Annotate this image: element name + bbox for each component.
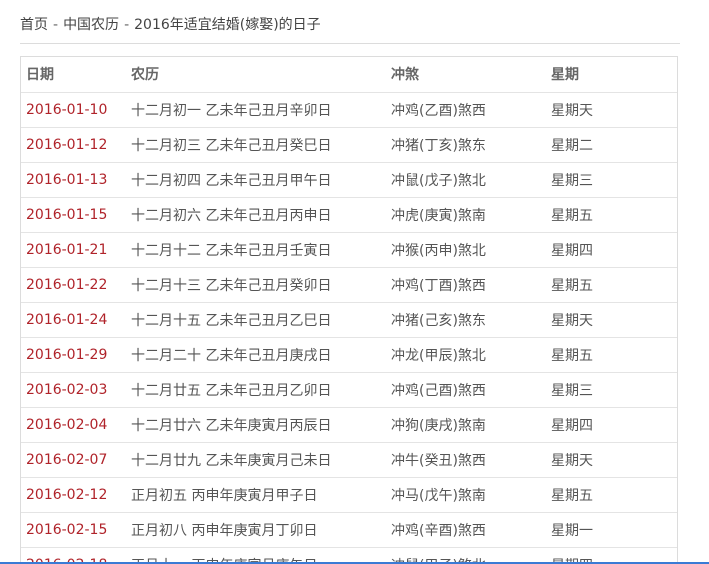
date-cell: 2016-01-29 <box>21 337 131 373</box>
chongsha-cell: 冲龙(甲辰)煞北 <box>391 337 551 373</box>
date-link[interactable]: 2016-02-07 <box>26 452 107 468</box>
chongsha-cell: 冲鼠(戊子)煞北 <box>391 162 551 198</box>
date-cell: 2016-01-13 <box>21 162 131 198</box>
wedding-dates-table-container: 日期 农历 冲煞 星期 2016-01-10 十二月初一 乙未年己丑月辛卯日 冲鸡(… <box>20 56 678 564</box>
weekday-cell: 星期天 <box>551 92 677 128</box>
table-row: 2016-02-15 正月初八 丙申年庚寅月丁卯日 冲鸡(辛酉)煞西 星期一 <box>21 512 677 548</box>
wedding-dates-table: 日期 农历 冲煞 星期 2016-01-10 十二月初一 乙未年己丑月辛卯日 冲鸡(… <box>21 57 677 564</box>
column-header-lunar: 农历 <box>131 57 391 93</box>
weekday-cell: 星期五 <box>551 477 677 513</box>
weekday-cell: 星期五 <box>551 267 677 303</box>
lunar-date-cell: 十二月廿九 乙未年庚寅月己未日 <box>131 442 391 478</box>
breadcrumb-section-link[interactable]: 中国农历 <box>63 17 119 33</box>
weekday-cell: 星期三 <box>551 162 677 198</box>
date-cell: 2016-02-07 <box>21 442 131 478</box>
breadcrumb-separator: - <box>53 17 59 33</box>
chongsha-cell: 冲狗(庚戌)煞南 <box>391 407 551 443</box>
date-link[interactable]: 2016-01-13 <box>26 172 107 188</box>
table-row: 2016-01-24 十二月十五 乙未年己丑月乙巳日 冲猪(己亥)煞东 星期天 <box>21 302 677 338</box>
column-header-date: 日期 <box>21 57 131 93</box>
chongsha-cell: 冲马(戊午)煞南 <box>391 477 551 513</box>
table-header-row: 日期 农历 冲煞 星期 <box>21 57 677 93</box>
lunar-date-cell: 十二月初三 乙未年己丑月癸巳日 <box>131 127 391 163</box>
chongsha-cell: 冲鸡(辛酉)煞西 <box>391 512 551 548</box>
lunar-date-cell: 十二月二十 乙未年己丑月庚戌日 <box>131 337 391 373</box>
chongsha-cell: 冲鸡(乙酉)煞西 <box>391 92 551 128</box>
weekday-cell: 星期四 <box>551 407 677 443</box>
weekday-cell: 星期一 <box>551 512 677 548</box>
lunar-date-cell: 十二月廿五 乙未年己丑月乙卯日 <box>131 372 391 408</box>
lunar-date-cell: 十二月十三 乙未年己丑月癸卯日 <box>131 267 391 303</box>
date-link[interactable]: 2016-01-24 <box>26 312 107 328</box>
date-link[interactable]: 2016-01-15 <box>26 207 107 223</box>
date-link[interactable]: 2016-02-03 <box>26 382 107 398</box>
weekday-cell: 星期五 <box>551 337 677 373</box>
date-link[interactable]: 2016-02-04 <box>26 417 107 433</box>
table-row: 2016-01-21 十二月十二 乙未年己丑月壬寅日 冲猴(丙申)煞北 星期四 <box>21 232 677 268</box>
breadcrumb-separator: - <box>124 17 130 33</box>
lunar-date-cell: 十二月十五 乙未年己丑月乙巳日 <box>131 302 391 338</box>
table-body: 2016-01-10 十二月初一 乙未年己丑月辛卯日 冲鸡(乙酉)煞西 星期天 2016… <box>21 92 677 564</box>
table-row: 2016-01-13 十二月初四 乙未年己丑月甲午日 冲鼠(戊子)煞北 星期三 <box>21 162 677 198</box>
date-link[interactable]: 2016-02-15 <box>26 522 107 538</box>
table-row: 2016-02-04 十二月廿六 乙未年庚寅月丙辰日 冲狗(庚戌)煞南 星期四 <box>21 407 677 443</box>
lunar-date-cell: 十二月十二 乙未年己丑月壬寅日 <box>131 232 391 268</box>
table-row: 2016-01-22 十二月十三 乙未年己丑月癸卯日 冲鸡(丁酉)煞西 星期五 <box>21 267 677 303</box>
lunar-date-cell: 十二月初四 乙未年己丑月甲午日 <box>131 162 391 198</box>
date-cell: 2016-01-10 <box>21 92 131 128</box>
weekday-cell: 星期三 <box>551 372 677 408</box>
breadcrumb: 首页 - 中国农历 -2016年适宜结婚(嫁娶)的日子 <box>20 12 321 38</box>
table-row: 2016-02-12 正月初五 丙申年庚寅月甲子日 冲马(戊午)煞南 星期五 <box>21 477 677 513</box>
breadcrumb-current: 2016年适宜结婚(嫁娶)的日子 <box>134 17 321 33</box>
date-cell: 2016-02-15 <box>21 512 131 548</box>
chongsha-cell: 冲猪(己亥)煞东 <box>391 302 551 338</box>
lunar-date-cell: 正月初五 丙申年庚寅月甲子日 <box>131 477 391 513</box>
date-cell: 2016-01-21 <box>21 232 131 268</box>
table-row: 2016-02-07 十二月廿九 乙未年庚寅月己未日 冲牛(癸丑)煞西 星期天 <box>21 442 677 478</box>
table-row: 2016-01-12 十二月初三 乙未年己丑月癸巳日 冲猪(丁亥)煞东 星期二 <box>21 127 677 163</box>
chongsha-cell: 冲鸡(己酉)煞西 <box>391 372 551 408</box>
date-cell: 2016-01-22 <box>21 267 131 303</box>
table-row: 2016-02-03 十二月廿五 乙未年己丑月乙卯日 冲鸡(己酉)煞西 星期三 <box>21 372 677 408</box>
date-cell: 2016-02-12 <box>21 477 131 513</box>
lunar-date-cell: 正月初八 丙申年庚寅月丁卯日 <box>131 512 391 548</box>
chongsha-cell: 冲鸡(丁酉)煞西 <box>391 267 551 303</box>
column-header-weekday: 星期 <box>551 57 677 93</box>
column-header-chongsha: 冲煞 <box>391 57 551 93</box>
weekday-cell: 星期天 <box>551 442 677 478</box>
table-row: 2016-01-29 十二月二十 乙未年己丑月庚戌日 冲龙(甲辰)煞北 星期五 <box>21 337 677 373</box>
breadcrumb-home-link[interactable]: 首页 <box>20 17 48 33</box>
chongsha-cell: 冲猴(丙申)煞北 <box>391 232 551 268</box>
chongsha-cell: 冲牛(癸丑)煞西 <box>391 442 551 478</box>
date-link[interactable]: 2016-01-29 <box>26 347 107 363</box>
date-cell: 2016-01-15 <box>21 197 131 233</box>
date-link[interactable]: 2016-02-12 <box>26 487 107 503</box>
date-link[interactable]: 2016-01-12 <box>26 137 107 153</box>
lunar-date-cell: 十二月廿六 乙未年庚寅月丙辰日 <box>131 407 391 443</box>
date-cell: 2016-02-04 <box>21 407 131 443</box>
date-cell: 2016-01-24 <box>21 302 131 338</box>
lunar-date-cell: 十二月初六 乙未年己丑月丙申日 <box>131 197 391 233</box>
weekday-cell: 星期四 <box>551 232 677 268</box>
table-row: 2016-01-10 十二月初一 乙未年己丑月辛卯日 冲鸡(乙酉)煞西 星期天 <box>21 92 677 128</box>
weekday-cell: 星期天 <box>551 302 677 338</box>
table-row: 2016-01-15 十二月初六 乙未年己丑月丙申日 冲虎(庚寅)煞南 星期五 <box>21 197 677 233</box>
date-cell: 2016-01-12 <box>21 127 131 163</box>
chongsha-cell: 冲猪(丁亥)煞东 <box>391 127 551 163</box>
weekday-cell: 星期二 <box>551 127 677 163</box>
date-link[interactable]: 2016-01-10 <box>26 102 107 118</box>
date-link[interactable]: 2016-01-22 <box>26 277 107 293</box>
breadcrumb-divider <box>20 43 680 44</box>
date-cell: 2016-02-03 <box>21 372 131 408</box>
chongsha-cell: 冲虎(庚寅)煞南 <box>391 197 551 233</box>
weekday-cell: 星期五 <box>551 197 677 233</box>
lunar-date-cell: 十二月初一 乙未年己丑月辛卯日 <box>131 92 391 128</box>
date-link[interactable]: 2016-01-21 <box>26 242 107 258</box>
